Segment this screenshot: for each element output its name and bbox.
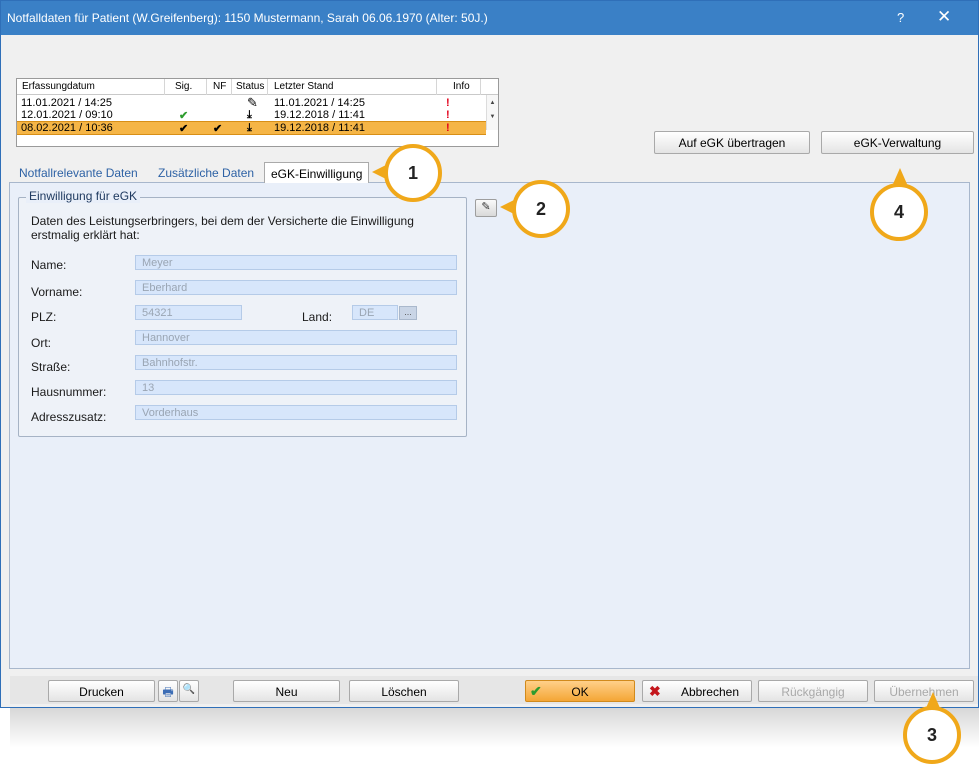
- undo-button[interactable]: Rückgängig: [758, 680, 868, 702]
- column-header-info[interactable]: Info: [453, 81, 470, 92]
- table-row[interactable]: 11.01.2021 / 14:25 ✎ 11.01.2021 / 14:25 …: [17, 95, 486, 110]
- cell-last: 19.12.2018 / 11:41: [274, 109, 365, 121]
- label-vorname: Vorname:: [31, 285, 83, 299]
- label-adresszusatz: Adresszusatz:: [31, 410, 107, 424]
- window-shadow: [10, 708, 979, 748]
- label-name: Name:: [31, 258, 67, 272]
- egk-management-button[interactable]: eGK-Verwaltung: [821, 131, 974, 154]
- delete-button[interactable]: Löschen: [349, 680, 459, 702]
- callout-2: 2: [512, 180, 570, 238]
- column-header-nf[interactable]: NF: [213, 81, 226, 92]
- group-title: Einwilligung für eGK: [26, 189, 141, 203]
- column-header-sig[interactable]: Sig.: [175, 81, 192, 92]
- label-strasse: Straße:: [31, 360, 71, 374]
- column-header-date[interactable]: Erfassungdatum: [22, 81, 95, 92]
- tab-notfallrelevante-daten[interactable]: Notfallrelevante Daten: [19, 162, 138, 183]
- close-icon[interactable]: ✕: [937, 7, 951, 27]
- table-row-selected[interactable]: 08.02.2021 / 10:36 ✔ ✔ ⤓ 19.12.2018 / 11…: [17, 121, 486, 135]
- callout-pointer: [926, 692, 940, 708]
- new-button[interactable]: Neu: [233, 680, 340, 702]
- print-button[interactable]: Drucken: [48, 680, 155, 702]
- edit-button[interactable]: ✎: [475, 199, 497, 217]
- checkmark-icon: ✔: [179, 123, 189, 135]
- column-header-status[interactable]: Status: [236, 81, 264, 92]
- cell-date: 08.02.2021 / 10:36: [21, 122, 113, 134]
- tab-zusaetzliche-daten[interactable]: Zusätzliche Daten: [158, 162, 254, 183]
- label-land: Land:: [302, 310, 333, 324]
- field-hausnummer[interactable]: 13: [135, 380, 457, 395]
- warning-icon: !: [446, 97, 450, 109]
- help-icon[interactable]: ?: [897, 10, 904, 25]
- checkmark-icon: ✔: [530, 683, 542, 699]
- cell-last: 11.01.2021 / 14:25: [274, 97, 365, 109]
- ok-label: OK: [571, 685, 589, 699]
- cell-last: 19.12.2018 / 11:41: [274, 122, 365, 134]
- table-header: Erfassungdatum Sig. NF Status Letzter St…: [17, 79, 498, 95]
- print-preview-icon[interactable]: 🔍: [179, 680, 199, 702]
- scroll-down-icon[interactable]: ▼: [487, 114, 498, 120]
- table-scrollbar[interactable]: ▲ ▼: [486, 95, 498, 130]
- checkmark-icon: ✔: [213, 123, 223, 135]
- tab-egk-einwilligung[interactable]: eGK-Einwilligung: [264, 162, 370, 183]
- apply-button[interactable]: Übernehmen: [874, 680, 974, 702]
- ok-button[interactable]: ✔ OK: [525, 680, 635, 702]
- column-header-last[interactable]: Letzter Stand: [274, 81, 333, 92]
- land-dropdown-button[interactable]: ...: [399, 306, 417, 320]
- field-adresszusatz[interactable]: Vorderhaus: [135, 405, 457, 420]
- cancel-button[interactable]: ✖ Abbrechen: [642, 680, 752, 702]
- callout-1: 1: [384, 144, 442, 202]
- field-name[interactable]: Meyer: [135, 255, 457, 270]
- callout-3: 3: [903, 706, 961, 764]
- cancel-label: Abbrechen: [680, 685, 739, 699]
- printer-icon[interactable]: 🖶: [158, 680, 178, 702]
- scroll-up-icon[interactable]: ▲: [487, 100, 498, 106]
- field-ort[interactable]: Hannover: [135, 330, 457, 345]
- field-land[interactable]: DE: [352, 305, 398, 320]
- label-ort: Ort:: [31, 336, 51, 350]
- records-table: Erfassungdatum Sig. NF Status Letzter St…: [16, 78, 499, 147]
- cell-date: 11.01.2021 / 14:25: [21, 97, 112, 109]
- pencil-icon: ✎: [481, 201, 491, 213]
- label-plz: PLZ:: [31, 310, 57, 324]
- window-title: Notfalldaten für Patient (W.Greifenberg)…: [7, 11, 488, 25]
- field-strasse[interactable]: Bahnhofstr.: [135, 355, 457, 370]
- download-icon: ⤓: [247, 122, 252, 134]
- close-icon: ✖: [649, 683, 661, 699]
- cell-date: 12.01.2021 / 09:10: [21, 109, 113, 121]
- transfer-to-egk-button[interactable]: Auf eGK übertragen: [654, 131, 810, 154]
- callout-4: 4: [870, 183, 928, 241]
- title-bar: Notfalldaten für Patient (W.Greifenberg)…: [1, 1, 978, 35]
- table-row[interactable]: 12.01.2021 / 09:10 ✔ ⤓ 19.12.2018 / 11:4…: [17, 109, 486, 122]
- warning-icon: !: [446, 122, 450, 134]
- field-plz[interactable]: 54321: [135, 305, 242, 320]
- group-description: Daten des Leistungserbringers, bei dem d…: [31, 214, 414, 242]
- label-hausnummer: Hausnummer:: [31, 385, 107, 399]
- field-vorname[interactable]: Eberhard: [135, 280, 457, 295]
- warning-icon: !: [446, 109, 450, 121]
- callout-pointer: [893, 168, 907, 184]
